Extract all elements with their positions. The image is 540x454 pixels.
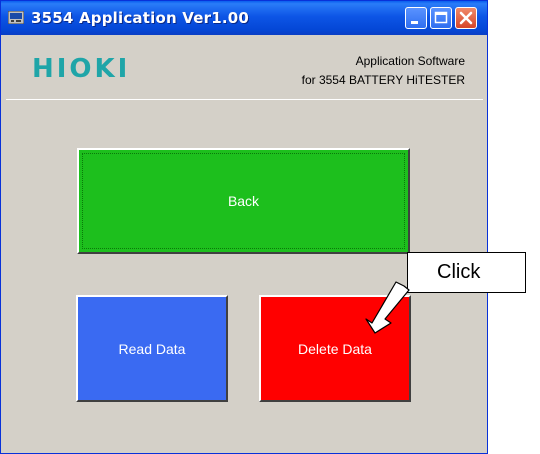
app-icon [8,11,24,24]
read-data-label: Read Data [118,340,186,357]
header-banner: HIOKI Application Software for 3554 BATT… [6,37,483,100]
header-divider [6,99,483,100]
delete-data-label: Delete Data [298,340,372,357]
click-callout: Click [407,252,526,293]
subtitle-line-2: for 3554 BATTERY HiTESTER [301,73,465,87]
click-callout-text: Click [437,261,481,283]
maximize-icon [434,11,448,24]
back-button[interactable]: Back [77,148,410,254]
close-icon [459,11,473,25]
app-window: 3554 Application Ver1.00 HIOKI Applicati… [0,0,488,454]
hioki-logo: HIOKI [32,54,131,84]
window-title: 3554 Application Ver1.00 [31,9,250,27]
subtitle-line-1: Application Software [355,54,465,68]
close-button[interactable] [455,7,477,29]
delete-data-button[interactable]: Delete Data [259,295,411,402]
minimize-button[interactable] [405,7,427,29]
read-data-button[interactable]: Read Data [76,295,228,402]
focus-rectangle [82,153,405,249]
maximize-button[interactable] [430,7,452,29]
title-bar[interactable]: 3554 Application Ver1.00 [1,1,487,35]
minimize-icon [411,21,418,24]
